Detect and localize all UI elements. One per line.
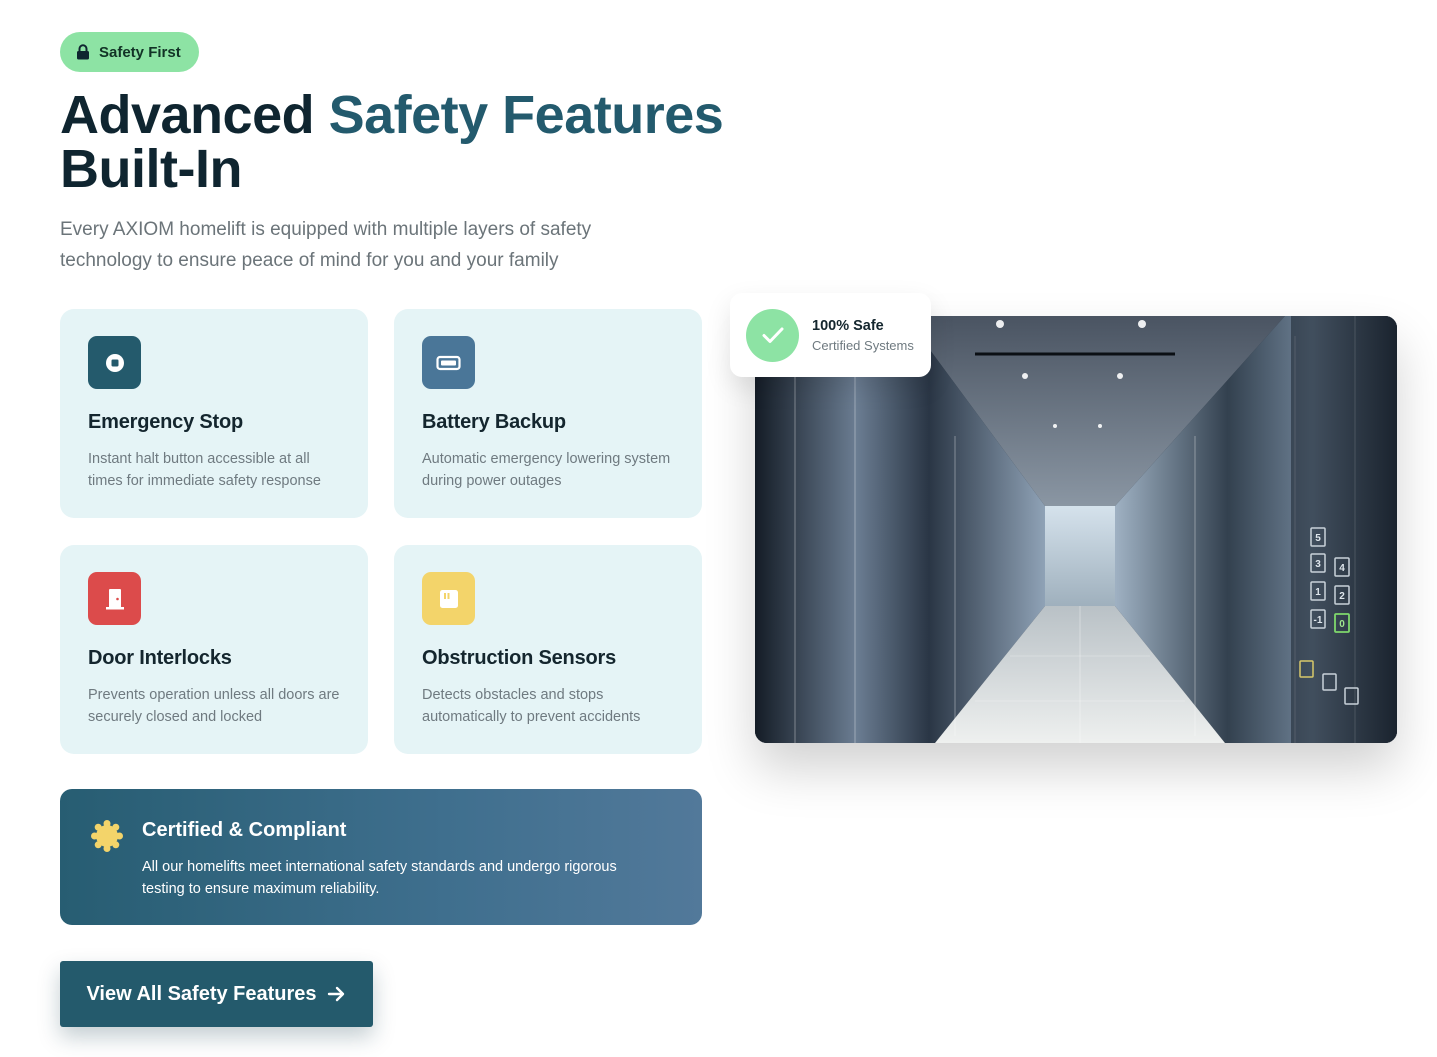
badge-label: Safety First — [99, 43, 181, 61]
feature-card-door-interlocks: Door Interlocks Prevents operation unles… — [60, 545, 368, 754]
feature-title: Battery Backup — [422, 411, 566, 433]
door-icon — [88, 572, 141, 625]
safe-subtitle: Certified Systems — [812, 337, 914, 353]
elevator-button-label: 4 — [1339, 563, 1345, 574]
battery-icon — [422, 336, 475, 389]
seal-icon — [91, 820, 123, 852]
feature-title: Obstruction Sensors — [422, 647, 617, 669]
safety-first-badge: Safety First — [60, 32, 199, 72]
feature-card-emergency-stop: Emergency Stop Instant halt button acces… — [60, 309, 368, 518]
safe-title: 100% Safe — [812, 317, 884, 334]
feature-desc: Automatic emergency lowering system duri… — [422, 451, 671, 489]
page-subtitle: Every AXIOM homelift is equipped with mu… — [60, 219, 592, 271]
page-title: Advanced Safety Features Built-In — [60, 88, 760, 196]
elevator-button-label: 3 — [1315, 559, 1321, 570]
safe-certified-badge: 100% Safe Certified Systems — [730, 293, 931, 377]
feature-title: Door Interlocks — [88, 647, 232, 669]
elevator-interior-image: 5 3 4 1 2 -1 0 — [755, 316, 1397, 743]
lock-icon — [77, 44, 89, 60]
sensor-icon — [422, 572, 475, 625]
view-all-safety-features-button[interactable]: View All Safety Features — [60, 961, 373, 1027]
certified-title: Certified & Compliant — [142, 819, 347, 841]
arrow-right-icon — [327, 986, 344, 1002]
certified-desc: All our homelifts meet international saf… — [142, 859, 617, 897]
elevator-button-label: 5 — [1315, 533, 1321, 544]
elevator-button-label: 1 — [1315, 587, 1321, 598]
check-icon — [746, 308, 799, 362]
title-part-2: Built-In — [60, 139, 242, 199]
feature-card-battery-backup: Battery Backup Automatic emergency lower… — [394, 309, 702, 518]
feature-title: Emergency Stop — [88, 411, 244, 433]
stop-icon — [88, 336, 141, 389]
feature-desc: Detects obstacles and stops automaticall… — [422, 687, 641, 725]
elevator-button-label: 2 — [1339, 591, 1345, 602]
elevator-button-label: 0 — [1339, 619, 1345, 630]
title-part-1: Advanced — [60, 85, 329, 145]
cta-label: View All Safety Features — [86, 982, 317, 1005]
feature-desc: Prevents operation unless all doors are … — [88, 687, 340, 725]
feature-card-obstruction-sensors: Obstruction Sensors Detects obstacles an… — [394, 545, 702, 754]
feature-desc: Instant halt button accessible at all ti… — [88, 451, 321, 489]
elevator-button-label: -1 — [1314, 615, 1323, 626]
certified-banner: Certified & Compliant All our homelifts … — [60, 789, 702, 925]
title-accent: Safety Features — [328, 85, 724, 145]
